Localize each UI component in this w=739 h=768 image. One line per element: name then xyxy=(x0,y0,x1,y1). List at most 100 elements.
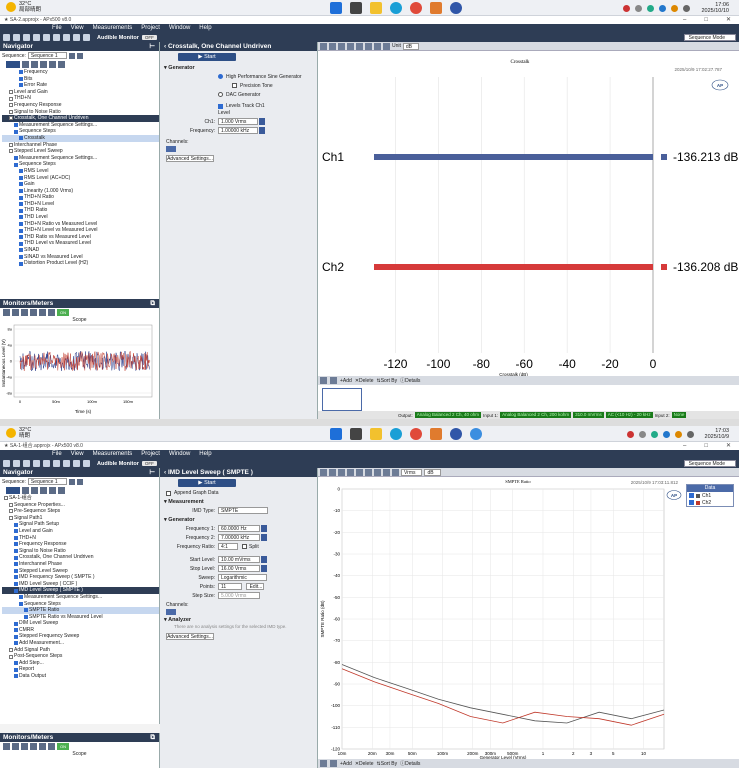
sequence-select[interactable]: Sequence 1 xyxy=(27,52,67,59)
tree-checkbox[interactable] xyxy=(9,116,13,121)
tree-item[interactable]: Distortion Product Level (H2) xyxy=(2,260,159,267)
tree-item[interactable]: RMS Level xyxy=(2,168,159,175)
menu-view[interactable]: View xyxy=(71,450,84,459)
tree-checkbox[interactable] xyxy=(14,641,18,646)
edit-points-button[interactable]: Edit... xyxy=(246,583,264,590)
tree-checkbox[interactable] xyxy=(19,175,23,180)
tree-item[interactable]: Crosstalk, One Channel Undriven xyxy=(2,115,159,122)
tree-checkbox[interactable] xyxy=(9,654,13,659)
meter-icon[interactable] xyxy=(21,743,28,750)
tree-checkbox[interactable] xyxy=(24,614,28,619)
tray-icon[interactable] xyxy=(650,430,658,438)
graph-icon[interactable] xyxy=(63,460,70,467)
file-explorer-icon[interactable] xyxy=(370,2,382,14)
checkbox[interactable] xyxy=(218,103,223,109)
sort-by-button[interactable]: ⇅Sort By xyxy=(376,378,397,384)
tree-item[interactable]: Data Output xyxy=(2,673,159,680)
add-sequence-icon[interactable] xyxy=(68,478,75,485)
tree-checkbox[interactable] xyxy=(19,169,23,174)
tree-item[interactable]: Bits xyxy=(2,76,159,83)
tree-item[interactable]: Linearity (1.000 Vrms) xyxy=(2,188,159,195)
tree-item[interactable]: Add Measurement... xyxy=(2,640,159,647)
info-icon[interactable] xyxy=(83,460,90,467)
tray-icon[interactable] xyxy=(626,430,634,438)
frequency-spin[interactable] xyxy=(259,127,265,134)
graph-tool-icon[interactable] xyxy=(329,42,336,50)
tree-checkbox[interactable] xyxy=(9,502,13,507)
app-icon[interactable] xyxy=(430,2,442,14)
menu-view[interactable]: View xyxy=(71,24,84,33)
checkbox[interactable] xyxy=(166,490,171,496)
tree-checkbox[interactable] xyxy=(14,621,18,626)
menu-window[interactable]: Window xyxy=(169,24,190,33)
tree-item[interactable]: THD+N xyxy=(2,535,159,542)
tree-checkbox[interactable] xyxy=(9,516,13,521)
tray-icon[interactable] xyxy=(662,430,670,438)
stop-level-input[interactable]: 16.00 Vrms xyxy=(218,565,260,572)
tree-checkbox[interactable] xyxy=(14,667,18,672)
new-project-icon[interactable] xyxy=(3,34,10,41)
tree-item[interactable]: THD Ratio xyxy=(2,207,159,214)
graph-tool-icon[interactable] xyxy=(383,468,390,476)
settings-icon[interactable] xyxy=(33,34,40,41)
append-graph-data-checkbox[interactable]: Append Graph Data xyxy=(160,489,317,497)
advanced-settings-button[interactable]: Advanced Settings... xyxy=(166,155,214,162)
tree-item[interactable]: Crosstalk xyxy=(2,134,159,142)
tree-item[interactable]: IMD Frequency Sweep ( SMPTE ) xyxy=(2,574,159,581)
menu-project[interactable]: Project xyxy=(141,24,160,33)
radio-dac-generator[interactable]: DAC Generator xyxy=(160,90,317,99)
signal-path-icon[interactable] xyxy=(43,460,50,467)
start-button[interactable]: ▶ Start xyxy=(178,479,236,487)
menu-file[interactable]: File xyxy=(52,24,62,33)
graph-tool-icon[interactable] xyxy=(338,42,345,50)
pin-icon[interactable]: ⊢ xyxy=(149,468,155,477)
ap-app-icon[interactable] xyxy=(450,428,462,440)
frequency-ratio-select[interactable]: 4:1 xyxy=(218,543,238,550)
clock[interactable]: 17:03 2025/10/9 xyxy=(705,428,729,440)
meter-icon[interactable] xyxy=(3,743,10,750)
tree-checkbox[interactable] xyxy=(14,588,18,593)
tree-checkbox[interactable] xyxy=(9,142,13,147)
menu-help[interactable]: Help xyxy=(199,450,211,459)
levels-track-checkbox[interactable]: Levels Track Ch1 xyxy=(160,102,317,110)
tree-item[interactable]: Report xyxy=(2,666,159,673)
minimize-icon[interactable]: – xyxy=(683,442,686,450)
monitor-on-toggle[interactable]: ON xyxy=(57,743,69,750)
menu-measurements[interactable]: Measurements xyxy=(93,24,133,33)
tree-item[interactable]: Stepped Level Sweep xyxy=(2,568,159,575)
channels-selector[interactable] xyxy=(166,146,176,152)
frequency1-input[interactable]: 60.0000 Hz xyxy=(218,525,260,532)
meter-icon[interactable] xyxy=(12,743,19,750)
imd-type-select[interactable]: SMPTE xyxy=(218,507,268,514)
tree-item[interactable]: Level and Gain xyxy=(2,528,159,535)
checkbox[interactable] xyxy=(232,83,237,88)
tree-checkbox[interactable] xyxy=(14,542,18,547)
tree-item[interactable]: CMRR xyxy=(2,627,159,634)
maximize-icon[interactable]: □ xyxy=(704,16,708,24)
next-icon[interactable] xyxy=(330,377,337,384)
tree-item[interactable]: Frequency Response xyxy=(2,102,159,109)
close-icon[interactable]: ✕ xyxy=(726,442,731,450)
monitor-on-toggle[interactable]: ON xyxy=(57,309,69,316)
app-icon[interactable] xyxy=(470,428,482,440)
tree-item[interactable]: Frequency Response xyxy=(2,541,159,548)
tree-item[interactable]: DIM Level Sweep xyxy=(2,620,159,627)
tree-checkbox[interactable] xyxy=(24,608,28,613)
windows-start-icon[interactable] xyxy=(330,2,342,14)
tree-checkbox[interactable] xyxy=(19,221,23,226)
run-sequence-icon[interactable] xyxy=(6,61,20,68)
graph-tool-icon[interactable] xyxy=(383,42,390,50)
meter-icon[interactable] xyxy=(48,743,55,750)
tree-item[interactable]: THD+N Ratio xyxy=(2,194,159,201)
tree-item[interactable]: Sequence Properties... xyxy=(2,502,159,509)
open-project-icon[interactable] xyxy=(13,34,20,41)
tree-item[interactable]: SA-1-组合 xyxy=(2,495,159,502)
chrome-icon[interactable] xyxy=(410,2,422,14)
audible-monitor-toggle[interactable]: OFF xyxy=(141,461,157,466)
tray-icon[interactable] xyxy=(635,4,643,12)
sequence-select[interactable]: Sequence 1 xyxy=(27,478,67,485)
tree-checkbox[interactable] xyxy=(19,136,23,141)
ch1-level-input[interactable]: 1.000 Vrms xyxy=(218,118,258,125)
start-level-input[interactable]: 10.00 mVrms xyxy=(218,556,260,563)
tree-item[interactable]: RMS Level (AC+DC) xyxy=(2,175,159,182)
